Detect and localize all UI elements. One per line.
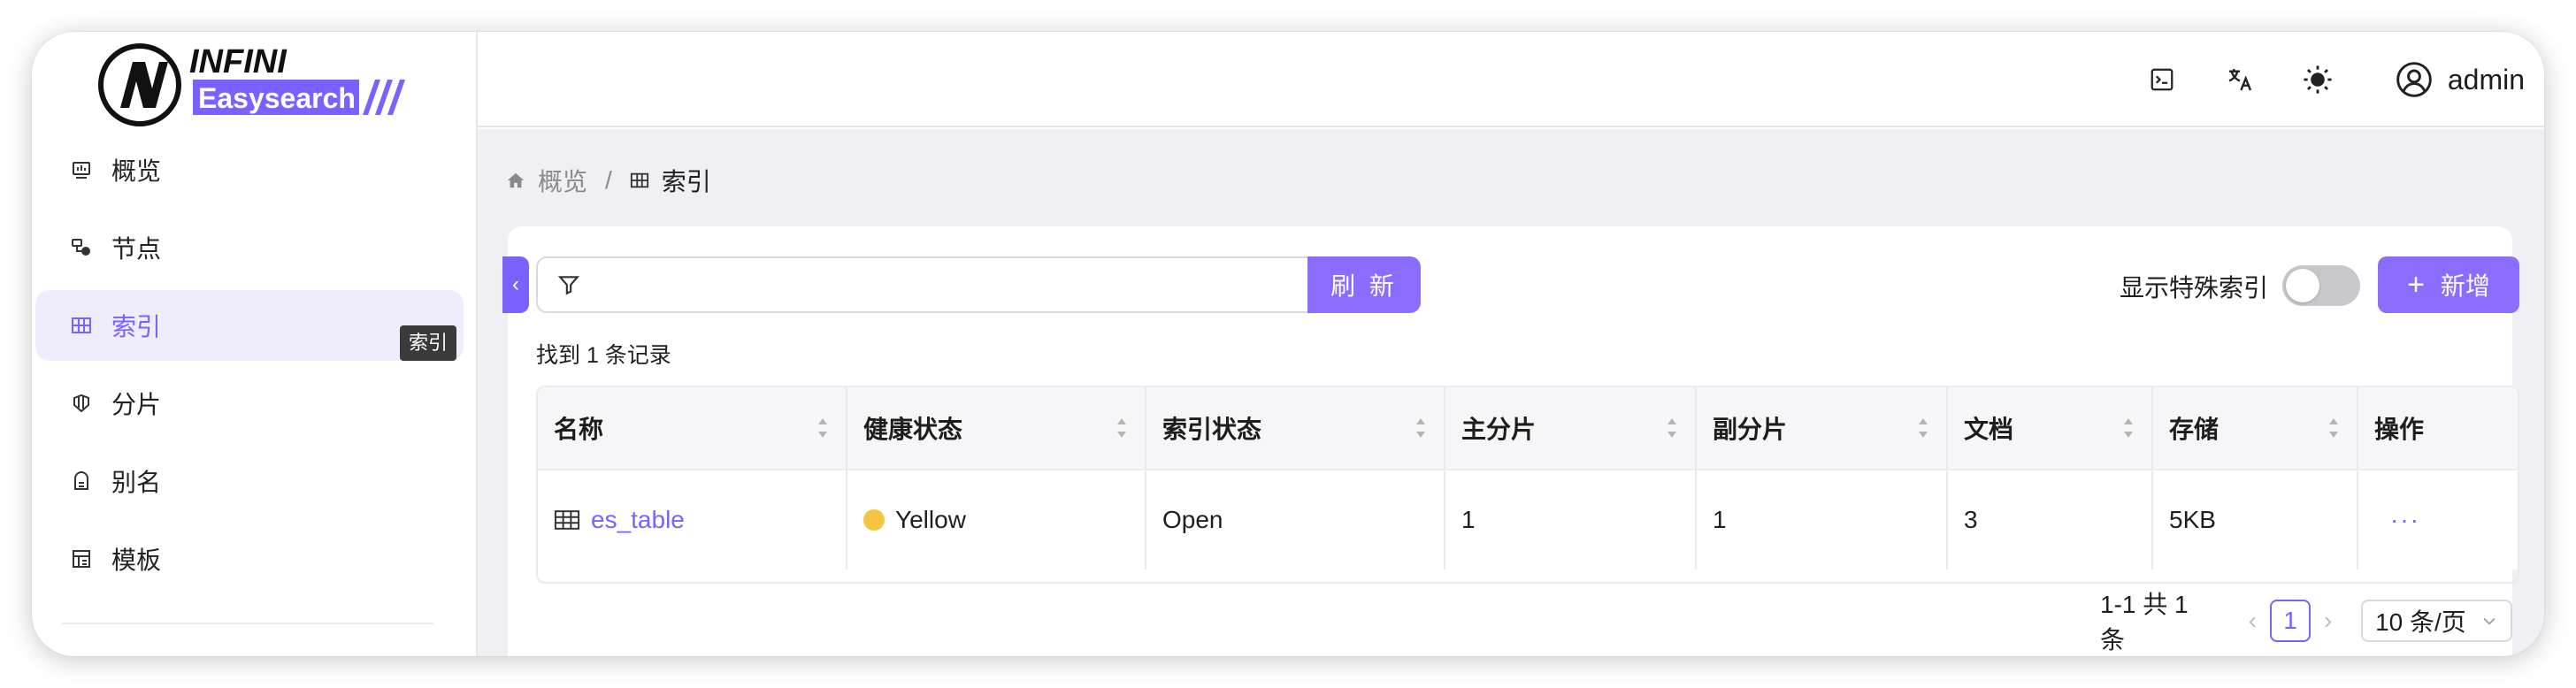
brand-logo[interactable]: INFINI Easysearch (97, 37, 416, 149)
column-label: 健康状态 (863, 416, 963, 443)
cell-storage: 5KB (2153, 470, 2358, 570)
sort-icon (2124, 418, 2133, 438)
user-menu[interactable]: admin (2395, 57, 2525, 103)
filter-icon (557, 276, 580, 295)
pagination-summary: 1-1 共 1 条 (2100, 591, 2189, 654)
column-header-name[interactable]: 名称 (538, 387, 847, 469)
sort-icon (2329, 418, 2338, 438)
column-header-docs[interactable]: 文档 (1948, 387, 2153, 469)
sidebar-divider (62, 623, 433, 624)
dashboard-icon (69, 157, 94, 182)
shards-icon (69, 391, 94, 416)
page-number[interactable]: 1 (2269, 600, 2312, 642)
sidebar-item-label: 别名 (111, 469, 162, 496)
translate-icon[interactable] (2220, 60, 2259, 99)
result-count: 找到 1 条记录 (536, 343, 671, 368)
column-header-primary[interactable]: 主分片 (1445, 387, 1697, 469)
breadcrumb: 概览 / 索引 (506, 163, 711, 198)
column-header-replica[interactable]: 副分片 (1697, 387, 1948, 469)
health-status-dot (863, 509, 885, 531)
column-label: 主分片 (1461, 416, 1537, 443)
table-icon (69, 313, 94, 338)
column-label: 存储 (2169, 416, 2220, 443)
sidebar-item-nodes[interactable]: 节点 (35, 212, 464, 283)
filter-button[interactable] (536, 256, 602, 313)
search-input[interactable] (600, 256, 1307, 313)
next-page-icon[interactable]: › (2311, 607, 2345, 635)
theme-sun-icon[interactable] (2298, 60, 2337, 99)
sidebar-item-shards[interactable]: 分片 (35, 368, 464, 439)
breadcrumb-separator: / (605, 166, 612, 194)
table-row: es_table Yellow Open 1 1 3 5KB ··· (538, 470, 2518, 570)
top-header: admin (478, 32, 2544, 127)
sidebar-item-label: 分片 (111, 391, 162, 418)
alias-icon (69, 469, 94, 493)
special-index-label: 显示特殊索引 (2120, 274, 2269, 302)
add-button[interactable]: + 新增 (2378, 256, 2519, 313)
user-avatar-icon (2395, 60, 2434, 99)
index-name-link[interactable]: es_table (591, 506, 685, 534)
index-list-card: ‹ 刷 新 显示特殊索引 + 新增 找到 1 条记录 名称 健康状态 索引状态 … (502, 226, 2519, 656)
sidebar-item-label: 模板 (111, 547, 162, 574)
sidebar-item-label: 节点 (111, 235, 162, 263)
tooltip: 索引 (400, 325, 457, 361)
sort-icon (1919, 418, 1928, 438)
prev-page-icon[interactable]: ‹ (2235, 607, 2270, 635)
breadcrumb-current: 索引 (661, 168, 711, 195)
chevron-left-icon: ‹ (512, 272, 519, 296)
node-icon (69, 235, 94, 260)
sort-icon (1117, 418, 1126, 438)
sort-icon (1668, 418, 1676, 438)
breadcrumb-home[interactable]: 概览 (538, 163, 587, 198)
special-index-toggle[interactable] (2282, 265, 2360, 306)
brand-name-bottom: Easysearch (198, 82, 356, 114)
page-size-value: 10 条/页 (2375, 608, 2466, 636)
cell-primary: 1 (1445, 470, 1697, 570)
column-label: 文档 (1964, 416, 2014, 443)
sidebar-item-label: 概览 (111, 157, 162, 185)
brand-name-top: INFINI (189, 43, 288, 80)
plus-icon: + (2407, 267, 2425, 302)
sidebar-item-aliases[interactable]: 别名 (35, 446, 464, 516)
sidebar: INFINI Easysearch 概览 节点 索引 分片 别名 模板 索引 (32, 32, 478, 656)
toggle-knob (2286, 269, 2319, 302)
sort-icon (818, 418, 827, 438)
cell-name: es_table (538, 470, 847, 570)
sidebar-item-label: 索引 (111, 313, 162, 340)
page-size-select[interactable]: 10 条/页 (2361, 600, 2513, 642)
add-button-label: 新增 (2440, 272, 2490, 300)
home-icon (506, 170, 527, 191)
more-actions-icon[interactable]: ··· (2390, 506, 2420, 534)
terminal-icon[interactable] (2143, 60, 2181, 99)
chevron-down-icon (2483, 617, 2496, 625)
column-label: 操作 (2374, 416, 2425, 443)
sort-icon (1416, 418, 1425, 438)
table-icon (554, 510, 580, 530)
column-header-actions: 操作 (2358, 387, 2518, 469)
app-window: INFINI Easysearch 概览 节点 索引 分片 别名 模板 索引 a… (32, 32, 2544, 656)
index-table: 名称 健康状态 索引状态 主分片 副分片 文档 存储 操作 es_table Y… (536, 386, 2519, 584)
column-header-storage[interactable]: 存储 (2153, 387, 2358, 469)
column-header-status[interactable]: 索引状态 (1146, 387, 1445, 469)
cell-replica: 1 (1697, 470, 1948, 570)
table-header: 名称 健康状态 索引状态 主分片 副分片 文档 存储 操作 (538, 387, 2518, 470)
column-label: 名称 (554, 416, 604, 443)
sidebar-item-overview[interactable]: 概览 (35, 134, 464, 205)
user-name: admin (2447, 63, 2525, 96)
pagination: 1-1 共 1 条 ‹ 1 › 10 条/页 (2100, 591, 2513, 654)
main-content: 概览 / 索引 ‹ 刷 新 显示特殊索引 + 新增 找到 1 条记录 名称 健康… (478, 129, 2544, 656)
table-icon (630, 170, 651, 191)
template-icon (69, 547, 94, 571)
sidebar-item-templates[interactable]: 模板 (35, 524, 464, 594)
collapse-toggle[interactable]: ‹ (502, 256, 529, 313)
column-label: 副分片 (1713, 416, 1788, 443)
cell-docs: 3 (1948, 470, 2153, 570)
health-status-text: Yellow (895, 506, 966, 533)
column-label: 索引状态 (1162, 416, 1262, 443)
refresh-button[interactable]: 刷 新 (1307, 256, 1421, 313)
cell-actions: ··· (2358, 470, 2518, 570)
column-header-health[interactable]: 健康状态 (847, 387, 1146, 469)
cell-health: Yellow (847, 470, 1146, 570)
cell-status: Open (1146, 470, 1445, 570)
